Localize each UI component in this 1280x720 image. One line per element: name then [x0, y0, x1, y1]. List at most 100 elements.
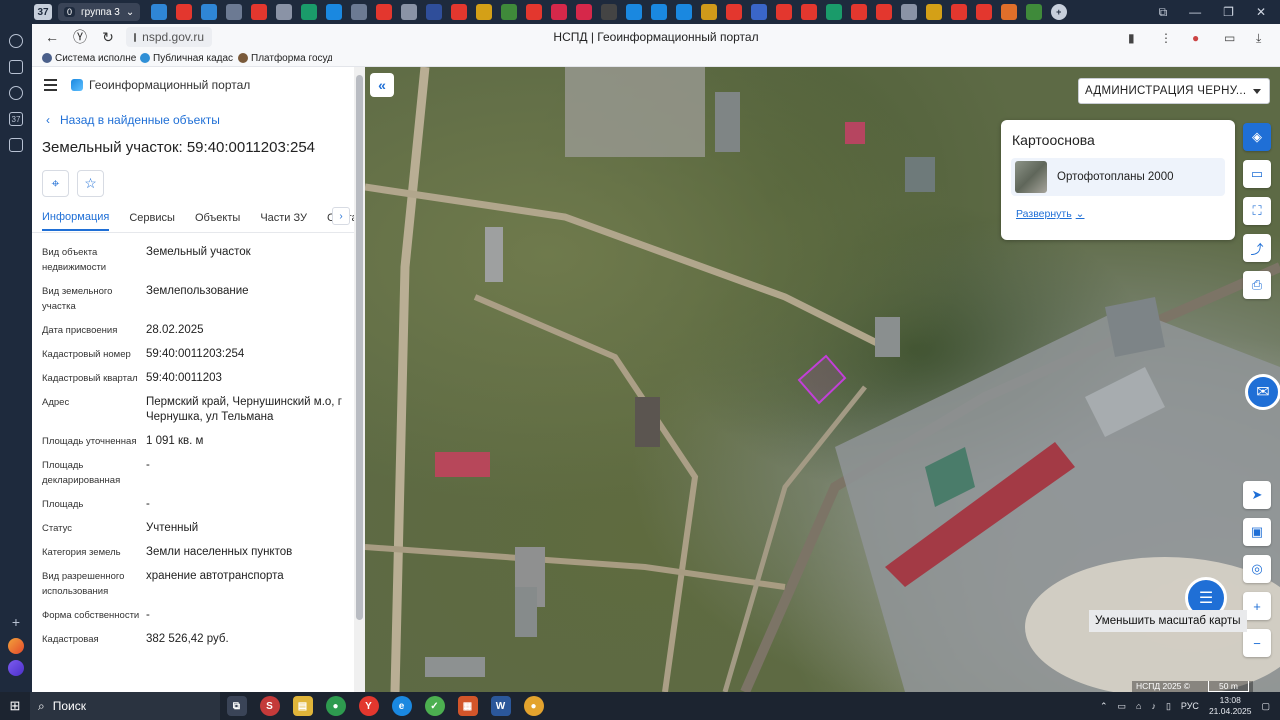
new-tab-icon[interactable]: + [1050, 4, 1067, 20]
share-button[interactable]: ⤴ [1243, 234, 1271, 262]
file-explorer-icon[interactable]: ▤ [292, 696, 313, 716]
yandex-icon[interactable] [175, 4, 192, 20]
task-view-icon[interactable]: ⧉ [226, 696, 247, 716]
yandex-icon[interactable] [725, 4, 742, 20]
play-icon[interactable] [9, 86, 23, 100]
chrome-icon[interactable]: ● [325, 696, 346, 716]
restore-icon[interactable]: ❐ [1223, 5, 1234, 20]
messenger-icon[interactable] [8, 660, 24, 676]
layers-button[interactable]: ◈ [1243, 123, 1271, 151]
language-indicator[interactable]: РУС [1181, 701, 1199, 711]
brand-icon[interactable] [550, 4, 567, 20]
battery-icon[interactable]: ▯ [1166, 701, 1171, 712]
assistant-button[interactable]: ✉ [1245, 374, 1280, 410]
collapse-panel-button[interactable]: « [370, 73, 394, 97]
collections-icon[interactable] [9, 60, 23, 74]
select-area-button[interactable]: ⛶ [1243, 197, 1271, 225]
tab-counter[interactable]: 37 [34, 4, 52, 20]
tabs-scroll-right-button[interactable]: › [332, 207, 350, 225]
doc-icon[interactable] [675, 4, 692, 20]
map-view[interactable]: « АДМИНИСТРАЦИЯ ЧЕРНУ... Картооснова Орт… [365, 67, 1280, 692]
globe-icon[interactable] [600, 4, 617, 20]
bookmark-icon[interactable]: ▮ [1128, 31, 1140, 45]
globe-icon[interactable] [225, 4, 242, 20]
emblem-icon[interactable] [475, 4, 492, 20]
scrollbar-thumb[interactable] [356, 75, 363, 620]
bookmark-item[interactable]: Система исполне [42, 53, 136, 64]
taskbar-search[interactable]: ⌕ Поиск [30, 692, 220, 720]
yandex-icon[interactable] [250, 4, 267, 20]
calendar-icon[interactable]: 37 [9, 112, 23, 126]
network-icon[interactable]: ⌂ [1136, 701, 1141, 711]
yandex-icon[interactable] [850, 4, 867, 20]
app-icon[interactable]: S [259, 696, 280, 716]
flag-icon[interactable] [750, 4, 767, 20]
doc-icon[interactable] [650, 4, 667, 20]
tab-information[interactable]: Информация [42, 211, 110, 231]
my-location-button[interactable]: ➤ [1243, 481, 1271, 509]
alice-icon[interactable] [8, 638, 24, 654]
brand-icon[interactable] [575, 4, 592, 20]
camera-icon[interactable] [9, 138, 23, 152]
zoom-in-button[interactable]: + [1243, 592, 1271, 620]
favorite-button[interactable]: ☆ [77, 170, 104, 197]
circle-icon[interactable] [1000, 4, 1017, 20]
extension-icon[interactable]: ● [1192, 31, 1204, 45]
windows-start-icon[interactable]: ⊞ [0, 698, 30, 714]
reload-icon[interactable]: ↻ [100, 29, 116, 46]
word-icon[interactable]: W [490, 696, 511, 716]
close-icon[interactable]: ✕ [1256, 5, 1266, 20]
mail-icon[interactable] [625, 4, 642, 20]
emblem-icon[interactable] [825, 4, 842, 20]
yandex-icon[interactable] [975, 4, 992, 20]
back-icon[interactable]: ← [44, 29, 60, 45]
minimize-icon[interactable]: — [1189, 5, 1201, 20]
star-icon[interactable] [425, 4, 442, 20]
history-icon[interactable] [9, 34, 23, 48]
administration-select[interactable]: АДМИНИСТРАЦИЯ ЧЕРНУ... [1078, 78, 1270, 104]
yandex-icon[interactable] [375, 4, 392, 20]
chevron-up-icon[interactable]: ⌃ [1100, 701, 1108, 712]
notifications-icon[interactable]: ▢ [1261, 701, 1270, 712]
selected-parcel-outline[interactable] [797, 354, 847, 405]
locate-on-map-button[interactable]: ⌖ [42, 170, 69, 197]
leaf-icon[interactable] [500, 4, 517, 20]
target-icon[interactable] [700, 4, 717, 20]
volume-icon[interactable]: ♪ [1151, 701, 1156, 711]
minimap-button[interactable]: ▣ [1243, 518, 1271, 546]
yandex-icon[interactable] [450, 4, 467, 20]
yandex-icon[interactable] [950, 4, 967, 20]
active-tab-icon[interactable] [200, 4, 217, 20]
geolocate-button[interactable]: ◎ [1243, 555, 1271, 583]
image-icon[interactable] [1025, 4, 1042, 20]
app-icon[interactable]: ✓ [424, 696, 445, 716]
app-icon[interactable]: ▦ [457, 696, 478, 716]
emblem-icon[interactable] [275, 4, 292, 20]
add-icon[interactable]: + [0, 614, 32, 630]
tab-objects[interactable]: Объекты [195, 212, 240, 230]
basemap-layer-option[interactable]: Ортофотопланы 2000 [1011, 158, 1225, 196]
app-icon[interactable]: ● [523, 696, 544, 716]
back-to-results-link[interactable]: ‹ Назад в найденные объекты [32, 113, 354, 127]
inbox-icon[interactable]: ▭ [1224, 31, 1236, 45]
tab-group[interactable]: 0 группа 3 ⌄ [58, 3, 141, 21]
tab-parcel-parts[interactable]: Части ЗУ [260, 212, 307, 230]
sparkle-icon[interactable] [925, 4, 942, 20]
zoom-out-button[interactable]: − [1243, 629, 1271, 657]
url-field[interactable]: nspd.gov.ru [126, 27, 212, 47]
yandex-home-icon[interactable]: Ⓨ [72, 27, 88, 47]
bookmark-item[interactable]: Платформа госуд [238, 53, 332, 64]
print-button[interactable]: ⎙ [1243, 271, 1271, 299]
edge-icon[interactable]: e [391, 696, 412, 716]
tab-search-icon[interactable]: ⧉ [1159, 5, 1168, 20]
yandex-browser-icon[interactable]: Y [358, 696, 379, 716]
bookmark-item[interactable]: Публичная кадас [140, 53, 234, 64]
panel-scrollbar[interactable] [354, 67, 365, 692]
download-icon[interactable]: ⤓ [1256, 31, 1268, 45]
tab-services[interactable]: Сервисы [129, 212, 175, 230]
yandex-icon[interactable] [775, 4, 792, 20]
app-icon[interactable] [150, 4, 167, 20]
pencil-icon[interactable] [325, 4, 342, 20]
tools-icon[interactable] [900, 4, 917, 20]
emblem-icon[interactable] [400, 4, 417, 20]
